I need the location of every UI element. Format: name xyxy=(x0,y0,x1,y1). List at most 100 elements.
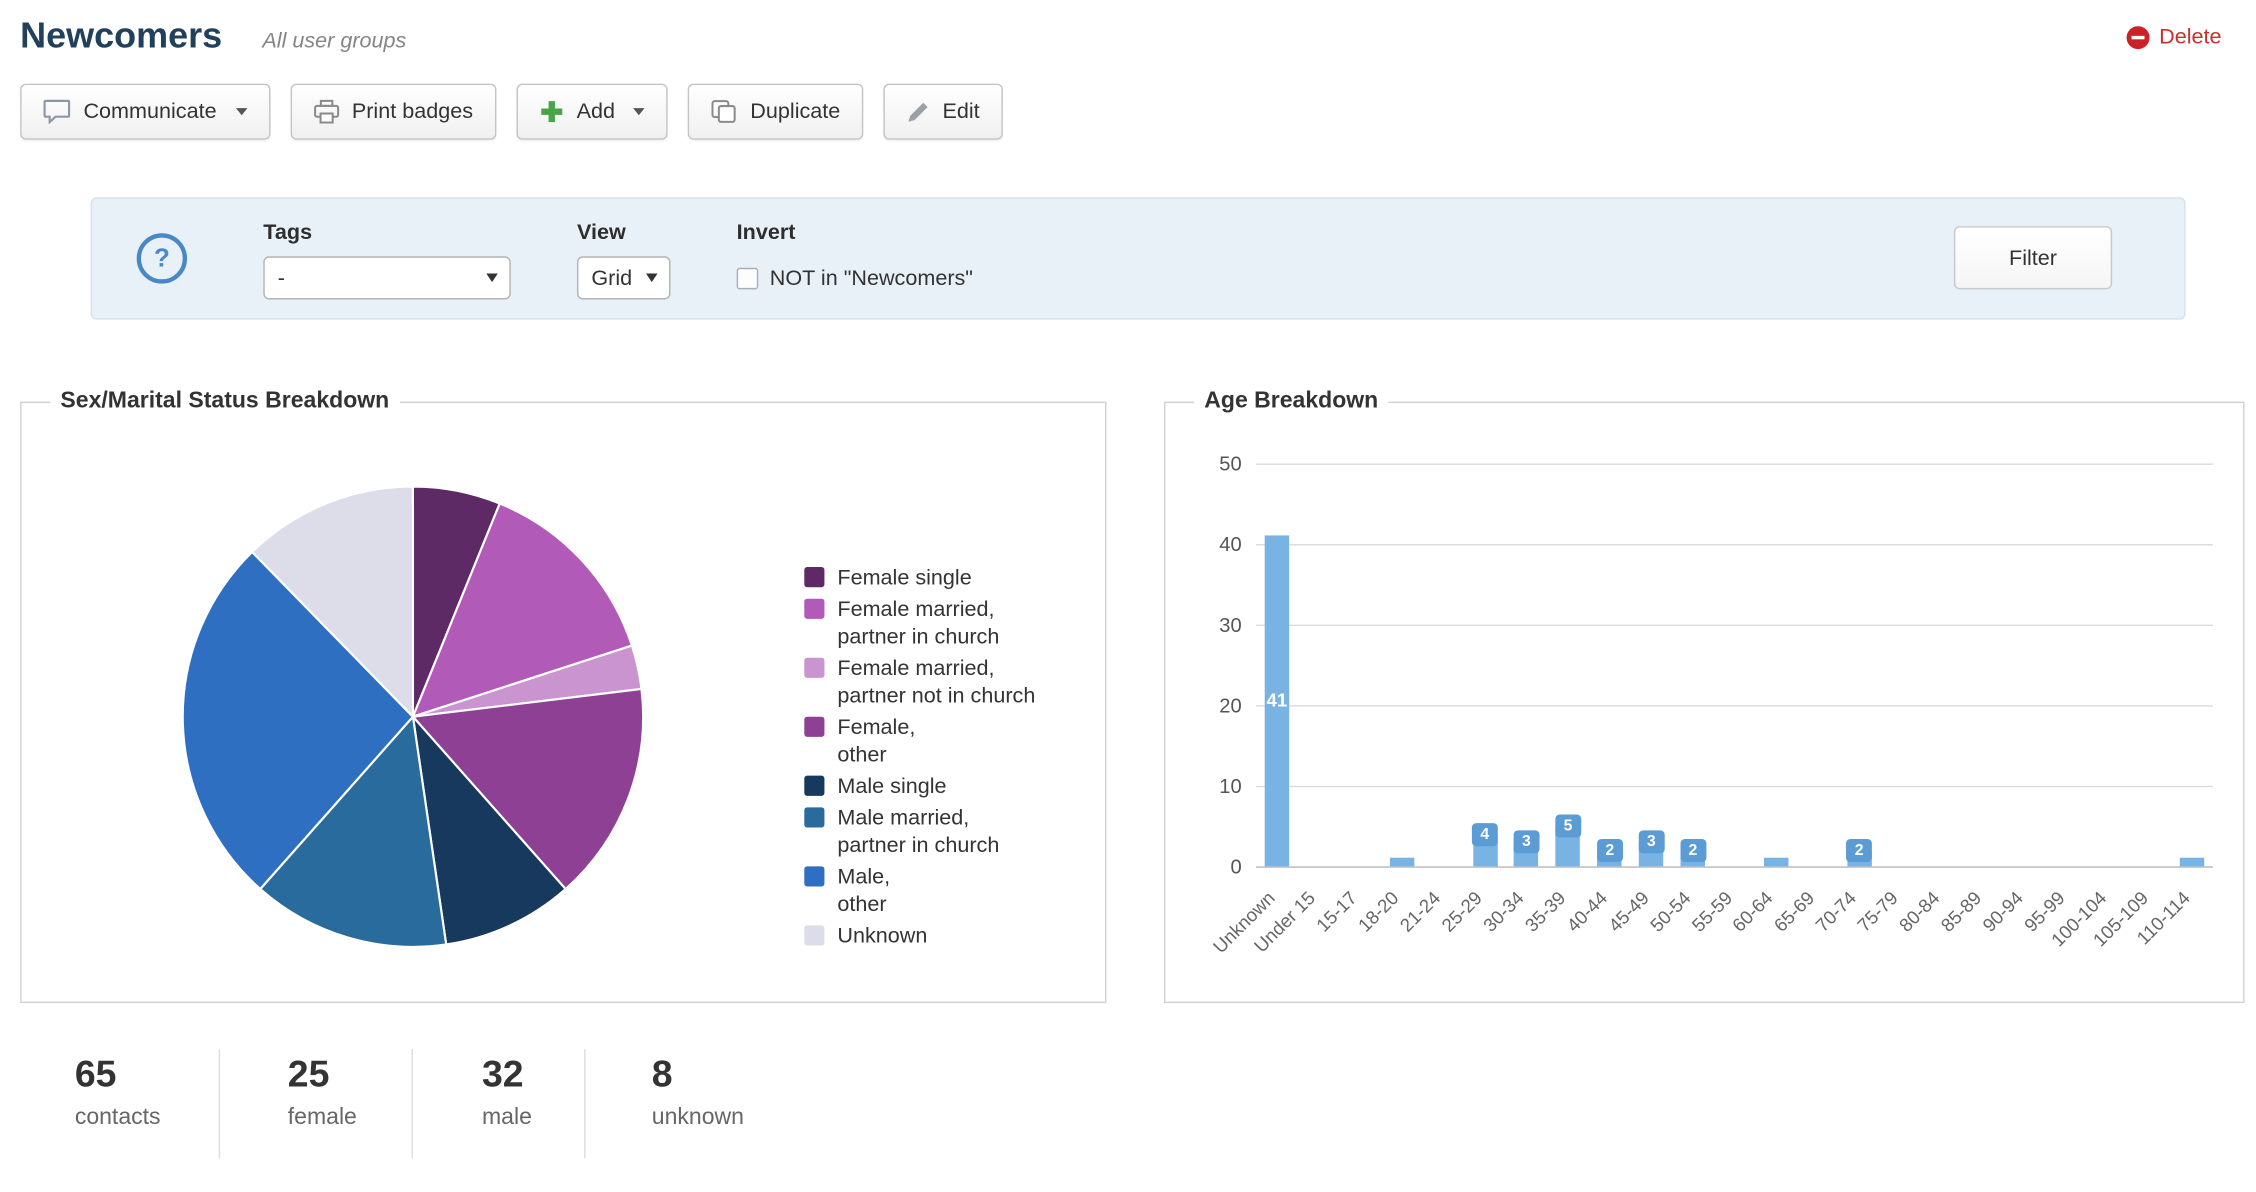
legend-item: Male married, partner in church xyxy=(804,804,1035,859)
pencil-icon xyxy=(906,100,929,123)
delete-button[interactable]: Delete xyxy=(2126,24,2222,50)
edit-button[interactable]: Edit xyxy=(883,83,1003,140)
legend-label: Female married, partner not in church xyxy=(837,656,1036,709)
legend-item: Female married, partner not in church xyxy=(804,655,1035,710)
stat-label: male xyxy=(481,1105,532,1130)
view-label: View xyxy=(576,220,626,245)
legend-swatch xyxy=(804,775,825,796)
filter-button[interactable]: Filter xyxy=(1953,226,2113,290)
legend-swatch xyxy=(804,925,825,946)
communicate-button[interactable]: Communicate xyxy=(20,83,270,140)
stat-value: 32 xyxy=(481,1051,524,1096)
bar-60-64 xyxy=(1763,858,1789,867)
bar-110-114 xyxy=(2179,858,2205,867)
y-axis-label: 40 xyxy=(1219,532,1242,556)
legend-swatch xyxy=(804,598,825,619)
print-badges-button[interactable]: Print badges xyxy=(289,83,497,140)
y-axis-label: 10 xyxy=(1219,774,1242,798)
stat-label: contacts xyxy=(74,1105,161,1130)
bar-value-label: 4 xyxy=(1471,822,1498,846)
legend-label: Male, other xyxy=(837,864,891,917)
bar-value-label: 2 xyxy=(1679,838,1706,862)
bar-value-label: 2 xyxy=(1596,838,1623,862)
legend-swatch xyxy=(804,567,825,588)
gridline xyxy=(1256,624,2213,627)
legend-item: Female married, partner in church xyxy=(804,596,1035,651)
legend-item: Female, other xyxy=(804,714,1035,769)
gridline xyxy=(1256,785,2213,788)
title-block: Newcomers All user groups xyxy=(20,16,406,58)
plus-icon xyxy=(539,99,563,123)
duplicate-button[interactable]: Duplicate xyxy=(688,83,864,140)
legend-swatch xyxy=(804,807,825,828)
chevron-down-icon xyxy=(235,108,247,116)
duplicate-label: Duplicate xyxy=(750,99,841,124)
legend-label: Male single xyxy=(837,774,947,799)
chevron-down-icon xyxy=(633,108,646,116)
gridline xyxy=(1256,705,2213,707)
y-axis-label: 20 xyxy=(1219,693,1242,717)
legend-item: Female single xyxy=(804,564,1035,591)
edit-label: Edit xyxy=(942,99,980,124)
legend-label: Female single xyxy=(837,565,972,591)
toolbar: Communicate Print badges Add Duplicate E… xyxy=(20,83,2256,140)
page: Newcomers All user groups Delete Communi… xyxy=(0,16,2256,1192)
page-subtitle: All user groups xyxy=(262,28,407,54)
tags-select-wrap: - xyxy=(263,256,511,300)
tags-filter-group: Tags - xyxy=(263,220,511,300)
invert-option-label: NOT in "Newcomers" xyxy=(769,265,973,291)
minus-circle-icon xyxy=(2126,25,2150,49)
bar-value-label: 5 xyxy=(1555,814,1581,838)
invert-label: Invert xyxy=(736,220,796,245)
legend-label: Female married, partner in church xyxy=(837,597,1000,650)
bar-value-label: 3 xyxy=(1638,830,1665,854)
bar-value-label: 3 xyxy=(1513,830,1540,854)
invert-option-row: NOT in "Newcomers" xyxy=(736,256,973,299)
print-badges-label: Print badges xyxy=(351,99,474,124)
copy-icon xyxy=(711,99,737,123)
legend-item: Unknown xyxy=(804,922,1035,949)
stat-label: unknown xyxy=(651,1105,744,1130)
gridline xyxy=(1256,866,2213,868)
invert-checkbox[interactable] xyxy=(736,267,759,289)
view-select[interactable]: Grid xyxy=(576,256,671,300)
pie-panel-title: Sex/Marital Status Breakdown xyxy=(50,388,400,415)
page-title: Newcomers xyxy=(20,16,223,57)
tags-select[interactable]: - xyxy=(263,256,511,300)
bar-chart-area: 0 10 20 30 40 50 41 Unknown Under 15 15-17 18-20 21… xyxy=(1165,403,2243,1002)
pie-chart xyxy=(181,485,645,948)
y-axis-label: 0 xyxy=(1230,854,1242,878)
y-axis-label: 50 xyxy=(1219,451,1242,475)
stat-female: 25 female xyxy=(220,1049,413,1159)
bar-18-20 xyxy=(1389,858,1414,867)
gridline xyxy=(1256,463,2213,465)
gridline xyxy=(1256,544,2213,546)
stat-value: 8 xyxy=(651,1051,673,1096)
filter-panel: ? Tags - View Grid Invert NOT in "Newcom… xyxy=(90,197,2186,320)
bar-value-label: 2 xyxy=(1846,838,1873,862)
legend-label: Unknown xyxy=(837,923,928,949)
communicate-label: Communicate xyxy=(83,99,217,124)
pie-legend: Female single Female married, partner in … xyxy=(804,564,1035,954)
stats-row: 65 contacts 25 female 32 male 8 unknown xyxy=(20,1049,2256,1159)
help-icon[interactable]: ? xyxy=(136,232,188,283)
legend-item: Male single xyxy=(804,773,1035,800)
tags-label: Tags xyxy=(263,220,313,245)
legend-swatch xyxy=(804,657,825,678)
view-filter-group: View Grid xyxy=(576,220,671,300)
printer-icon xyxy=(313,99,339,124)
bar-value-label: 41 xyxy=(1266,689,1288,712)
stat-contacts: 65 contacts xyxy=(20,1049,221,1159)
page-header: Newcomers All user groups Delete xyxy=(20,16,2221,58)
sex-marital-panel: Sex/Marital Status Breakdown Female sing… xyxy=(20,388,1107,1004)
add-button[interactable]: Add xyxy=(516,83,669,140)
stat-value: 65 xyxy=(74,1051,117,1096)
stat-value: 25 xyxy=(287,1051,330,1096)
stat-unknown: 8 unknown xyxy=(586,1049,744,1158)
legend-item: Male, other xyxy=(804,863,1035,918)
delete-label: Delete xyxy=(2159,24,2222,50)
y-axis-label: 30 xyxy=(1219,613,1242,637)
stat-label: female xyxy=(287,1105,357,1130)
view-select-wrap: Grid xyxy=(576,256,671,300)
legend-label: Female, other xyxy=(837,715,916,768)
